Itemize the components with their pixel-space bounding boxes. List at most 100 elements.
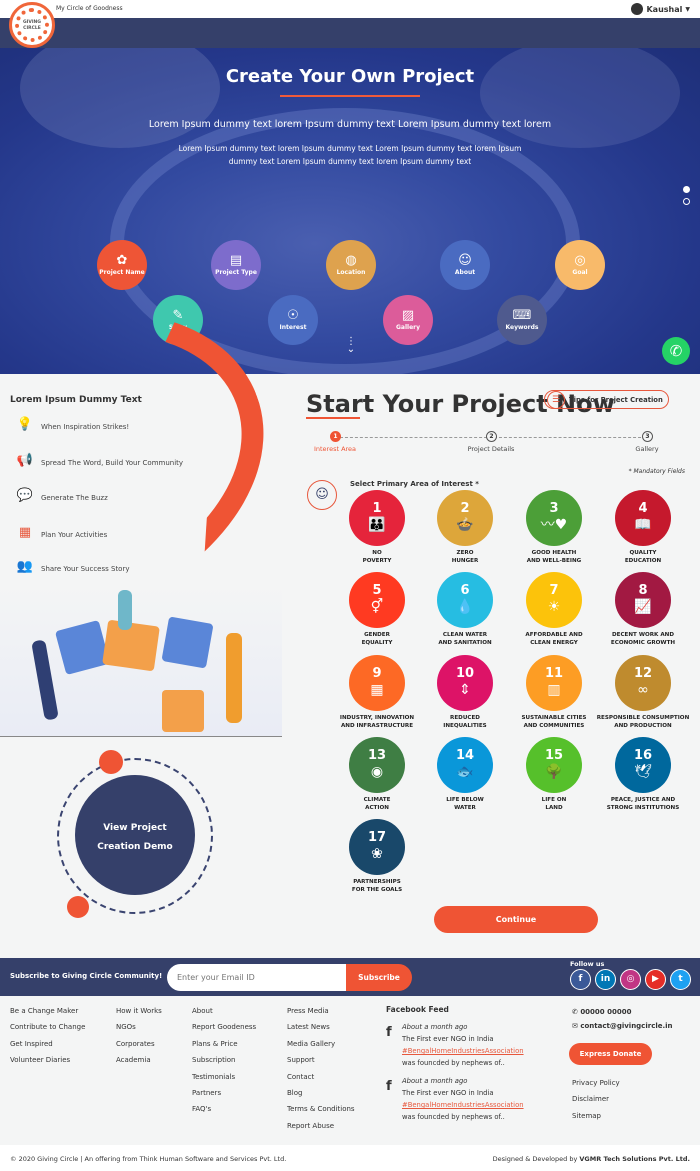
sdg-goal-15[interactable]: 15 🌳: [526, 737, 582, 793]
sdg-goal-6[interactable]: 6 💧: [437, 572, 493, 628]
sdg-goal-2[interactable]: 2 🍲: [437, 490, 493, 546]
step-label: When Inspiration Strikes!: [41, 423, 130, 431]
footer-column: About Report Goodeness Plans & Price Subscr…: [192, 1003, 256, 1118]
email-input[interactable]: [167, 964, 347, 991]
puzzle-piece: [102, 619, 160, 672]
hero-item-project-name[interactable]: ✿ Project Name: [97, 240, 147, 290]
legal-link[interactable]: Privacy Policy: [572, 1075, 620, 1091]
feed-post: About a month ago The First ever NGO in I…: [402, 1021, 524, 1069]
footer-link[interactable]: Get Inspired: [10, 1036, 85, 1052]
hero-background-hands: [20, 48, 220, 148]
feed-title: Facebook Feed: [386, 1005, 449, 1014]
email[interactable]: ✉ contact@givingcircle.in: [572, 1022, 673, 1030]
sdg-goal-1[interactable]: 1 👪: [349, 490, 405, 546]
footer-link[interactable]: Report Abuse: [287, 1118, 355, 1134]
progress-step-2[interactable]: 2: [486, 431, 497, 442]
hero-item-project-type[interactable]: ▤ Project Type: [211, 240, 261, 290]
footer-link[interactable]: Support: [287, 1052, 355, 1068]
sdg-goal-9[interactable]: 9 ▦: [349, 655, 405, 711]
view-demo-button[interactable]: View Project Creation Demo: [75, 775, 195, 895]
footer-link[interactable]: Blog: [287, 1085, 355, 1101]
goal-number: 16: [633, 748, 653, 763]
footer-link[interactable]: Press Media: [287, 1003, 355, 1019]
avatar-icon: [631, 3, 644, 15]
sdg-goal-8[interactable]: 8 📈: [615, 572, 671, 628]
footer-link[interactable]: Contribute to Change: [10, 1019, 85, 1035]
hero-item-interest[interactable]: ☉ Interest: [268, 295, 318, 345]
hero-item-about[interactable]: ☺ About: [440, 240, 490, 290]
hero-item-label: Location: [336, 268, 366, 276]
carousel-dot-active[interactable]: [683, 186, 690, 193]
whatsapp-icon[interactable]: ✆: [662, 337, 690, 365]
sdg-goal-14[interactable]: 14 🐟: [437, 737, 493, 793]
copyright-bar: © 2020 Giving Circle | An offering from …: [0, 1145, 700, 1171]
goal-label: QUALITY EDUCATION: [588, 549, 698, 565]
footer-link[interactable]: Terms & Conditions: [287, 1101, 355, 1117]
progress-step-1[interactable]: 1: [330, 431, 341, 442]
hero-item-goal[interactable]: ◎ Goal: [555, 240, 605, 290]
globe-icon: ◍: [345, 252, 357, 268]
twitter-icon[interactable]: t: [670, 969, 691, 990]
legal-link[interactable]: Sitemap: [572, 1108, 620, 1124]
hero-item-label: Project Name: [99, 268, 145, 276]
sdg-goal-16[interactable]: 16 🕊: [615, 737, 671, 793]
footer-link[interactable]: Plans & Price: [192, 1036, 256, 1052]
goal-icon: ◉: [370, 764, 384, 780]
sdg-goal-4[interactable]: 4 📖: [615, 490, 671, 546]
footer-link[interactable]: About: [192, 1003, 256, 1019]
footer-link[interactable]: Corporates: [116, 1036, 162, 1052]
sdg-goal-12[interactable]: 12 ∞: [615, 655, 671, 711]
tips-button[interactable]: ☰ Tips for Project Creation: [544, 390, 669, 409]
footer-link[interactable]: Be a Change Maker: [10, 1003, 85, 1019]
footer-link[interactable]: Contact: [287, 1069, 355, 1085]
user-menu[interactable]: Kaushal ▼: [631, 3, 690, 15]
title-underline: [280, 95, 420, 97]
progress-step-3[interactable]: 3: [642, 431, 653, 442]
footer-link[interactable]: How it Works: [116, 1003, 162, 1019]
footer-link[interactable]: FAQ's: [192, 1101, 256, 1117]
scroll-down-icon[interactable]: ⋮ ⌄: [346, 337, 356, 355]
logo[interactable]: GIVING CIRCLE: [9, 2, 55, 48]
goal-label-line2: AND PRODUCTION: [614, 723, 672, 729]
facebook-icon[interactable]: f: [570, 969, 591, 990]
footer-link[interactable]: Latest News: [287, 1019, 355, 1035]
footer-link[interactable]: Media Gallery: [287, 1036, 355, 1052]
footer-link[interactable]: Partners: [192, 1085, 256, 1101]
youtube-icon[interactable]: ▶: [645, 969, 666, 990]
hero-item-gallery[interactable]: ▨ Gallery: [383, 295, 433, 345]
feed-more: was founcded by nephews of..: [402, 1059, 505, 1067]
sdg-goal-10[interactable]: 10 ⇕: [437, 655, 493, 711]
footer-link[interactable]: Testimonials: [192, 1069, 256, 1085]
target-icon: ◎: [574, 252, 586, 268]
goal-icon: 🕊: [634, 764, 652, 780]
sdg-goal-3[interactable]: 3 〰♥: [526, 490, 582, 546]
tagline: My Circle of Goodness: [56, 5, 123, 12]
credit-link[interactable]: VGMR Tech Solutions Pvt. Ltd.: [579, 1155, 690, 1163]
goal-number: 6: [460, 583, 470, 598]
footer-link[interactable]: Subscription: [192, 1052, 256, 1068]
goal-number: 10: [455, 666, 475, 681]
sdg-goal-5[interactable]: 5 ⚥: [349, 572, 405, 628]
subscribe-button[interactable]: Subscribe: [346, 964, 412, 991]
hero-item-keywords[interactable]: ⌨ Keywords: [497, 295, 547, 345]
continue-button[interactable]: Continue: [434, 906, 598, 933]
footer-link[interactable]: Academia: [116, 1052, 162, 1068]
sdg-goal-11[interactable]: 11 ▥: [526, 655, 582, 711]
progress-label: Interest Area: [313, 445, 357, 453]
carousel-dot[interactable]: [683, 198, 690, 205]
sdg-goal-17[interactable]: 17 ❀: [349, 819, 405, 875]
hero-item-location[interactable]: ◍ Location: [326, 240, 376, 290]
feed-hashtag[interactable]: #BengalHomeIndustriesAssociation: [402, 1045, 524, 1057]
express-donate-button[interactable]: Express Donate: [569, 1043, 652, 1065]
linkedin-icon[interactable]: in: [595, 969, 616, 990]
footer-link[interactable]: Volunteer Diaries: [10, 1052, 85, 1068]
feed-hashtag[interactable]: #BengalHomeIndustriesAssociation: [402, 1099, 524, 1111]
sdg-goal-13[interactable]: 13 ◉: [349, 737, 405, 793]
legal-link[interactable]: Disclaimer: [572, 1091, 620, 1107]
footer-link[interactable]: Report Goodeness: [192, 1019, 256, 1035]
goal-label: PARTNERSHIPS FOR THE GOALS: [322, 878, 432, 894]
instagram-icon[interactable]: ◎: [620, 969, 641, 990]
sdg-goal-7[interactable]: 7 ☀: [526, 572, 582, 628]
footer-link[interactable]: NGOs: [116, 1019, 162, 1035]
puzzle-piece: [54, 619, 111, 676]
